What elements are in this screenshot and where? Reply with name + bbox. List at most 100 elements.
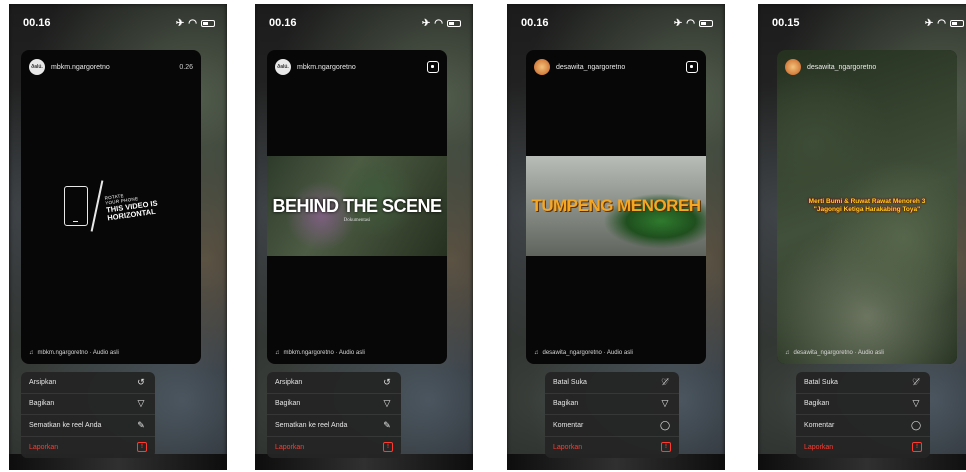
airplane-icon: ✈ xyxy=(421,17,431,29)
avatar[interactable] xyxy=(534,59,550,75)
menu-item-pin[interactable]: Sematkan ke reel Anda ✎ xyxy=(21,415,155,437)
context-menu: Batal Suka ♡̸ Bagikan ▽ Komentar ◯ Lapor… xyxy=(545,372,679,458)
menu-item-archive[interactable]: Arsipkan ↺ xyxy=(21,372,155,394)
menu-item-label: Bagikan xyxy=(275,400,301,408)
heart-slash-icon: ♡̸ xyxy=(911,376,921,387)
reel-caption: Merti Bumi & Ruwat Rawat Menoreh 3 "Jago… xyxy=(787,198,947,215)
audio-attribution[interactable]: ♫ desawita_ngargoretno · Audio asli xyxy=(534,350,698,356)
video-title: TUMPENG MENOREH xyxy=(531,196,701,215)
phone-screen-2: 00.16 ✈ ◠ ðalú. mbkm.ngargoretno BEHIND … xyxy=(255,4,473,470)
send-icon: ▽ xyxy=(383,398,391,409)
music-note-icon: ♫ xyxy=(29,350,34,356)
history-icon: ↺ xyxy=(137,376,145,387)
menu-item-report[interactable]: Laporkan ! xyxy=(545,437,679,459)
airplane-icon: ✈ xyxy=(175,17,185,29)
music-note-icon: ♫ xyxy=(275,350,280,356)
report-icon: ! xyxy=(661,442,671,453)
audio-label: desawita_ngargoretno · Audio asli xyxy=(793,350,884,356)
phone-outline-icon xyxy=(64,186,89,226)
audio-attribution[interactable]: ♫ desawita_ngargoretno · Audio asli xyxy=(785,350,949,356)
status-time: 00.16 xyxy=(269,17,297,29)
avatar[interactable]: ðalú. xyxy=(275,59,291,75)
audio-attribution[interactable]: ♫ mbkm.ngargoretno · Audio asli xyxy=(29,350,193,356)
menu-item-label: Laporkan xyxy=(804,443,834,451)
menu-item-share[interactable]: Bagikan ▽ xyxy=(545,394,679,415)
menu-item-label: Bagikan xyxy=(553,400,579,408)
report-icon: ! xyxy=(383,442,393,453)
reel-header: desawita_ngargoretno xyxy=(785,58,949,76)
wifi-icon: ◠ xyxy=(937,17,946,29)
video-title: BEHIND THE SCENE xyxy=(272,195,442,216)
username[interactable]: desawita_ngargoretno xyxy=(556,64,625,71)
reel-card[interactable]: ðalú. mbkm.ngargoretno 0.26 ROTATE YOUR … xyxy=(21,50,201,364)
airplane-icon: ✈ xyxy=(673,17,683,29)
status-icons: ✈ ◠ xyxy=(422,18,461,29)
wifi-icon: ◠ xyxy=(188,17,197,29)
reel-header: desawita_ngargoretno xyxy=(534,58,698,76)
music-note-icon: ♫ xyxy=(534,350,539,356)
pin-icon: ✎ xyxy=(137,419,145,430)
history-icon: ↺ xyxy=(383,376,391,387)
reel-counter: 0.26 xyxy=(179,63,193,71)
menu-item-share[interactable]: Bagikan ▽ xyxy=(267,394,401,415)
battery-icon xyxy=(699,19,713,27)
audio-attribution[interactable]: ♫ mbkm.ngargoretno · Audio asli xyxy=(275,350,439,356)
context-menu: Arsipkan ↺ Bagikan ▽ Sematkan ke reel An… xyxy=(267,372,401,458)
menu-item-label: Bagikan xyxy=(29,400,55,408)
audio-label: mbkm.ngargoretno · Audio asli xyxy=(37,350,119,356)
menu-item-archive[interactable]: Arsipkan ↺ xyxy=(267,372,401,394)
video-frame[interactable]: TUMPENG MENOREH xyxy=(526,156,706,256)
menu-item-label: Batal Suka xyxy=(804,378,838,386)
menu-item-label: Arsipkan xyxy=(275,378,303,386)
divider-slash xyxy=(90,180,104,232)
send-icon: ▽ xyxy=(912,398,920,409)
heart-slash-icon: ♡̸ xyxy=(660,376,670,387)
audio-label: mbkm.ngargoretno · Audio asli xyxy=(283,350,365,356)
context-menu: Arsipkan ↺ Bagikan ▽ Sematkan ke reel An… xyxy=(21,372,155,458)
rotate-text: ROTATE YOUR PHONE THIS VIDEO IS HORIZONT… xyxy=(104,189,160,223)
menu-item-label: Laporkan xyxy=(553,443,583,451)
status-icons: ✈ ◠ xyxy=(674,18,713,29)
wifi-icon: ◠ xyxy=(434,17,443,29)
context-menu: Batal Suka ♡̸ Bagikan ▽ Komentar ◯ Lapor… xyxy=(796,372,930,458)
phone-screen-4: 00.15 ✈ ◠ desawita_ngargoretno Merti Bum… xyxy=(758,4,966,470)
status-icons: ✈ ◠ xyxy=(176,18,215,29)
reel-card[interactable]: desawita_ngargoretno Merti Bumi & Ruwat … xyxy=(777,50,957,364)
caption-line-2: "Jagongi Ketiga Harakabing Toya" xyxy=(813,206,921,214)
username[interactable]: desawita_ngargoretno xyxy=(807,64,876,71)
menu-item-comment[interactable]: Komentar ◯ xyxy=(545,415,679,437)
pin-icon: ✎ xyxy=(383,419,391,430)
menu-item-share[interactable]: Bagikan ▽ xyxy=(21,394,155,415)
camera-icon[interactable] xyxy=(427,61,439,73)
video-subtitle: Dokumentasi xyxy=(343,218,371,223)
report-icon: ! xyxy=(912,442,922,453)
reel-card[interactable]: ðalú. mbkm.ngargoretno BEHIND THE SCENE … xyxy=(267,50,447,364)
comment-icon: ◯ xyxy=(659,419,671,430)
airplane-icon: ✈ xyxy=(924,17,934,29)
menu-item-report[interactable]: Laporkan ! xyxy=(21,437,155,459)
menu-item-comment[interactable]: Komentar ◯ xyxy=(796,415,930,437)
rotate-phone-graphic: ROTATE YOUR PHONE THIS VIDEO IS HORIZONT… xyxy=(21,176,201,236)
menu-item-report[interactable]: Laporkan ! xyxy=(267,437,401,459)
battery-icon xyxy=(201,19,215,27)
reel-card[interactable]: desawita_ngargoretno TUMPENG MENOREH ♫ d… xyxy=(526,50,706,364)
avatar[interactable]: ðalú. xyxy=(29,59,45,75)
menu-item-unlike[interactable]: Batal Suka ♡̸ xyxy=(545,372,679,394)
camera-icon[interactable] xyxy=(686,61,698,73)
avatar[interactable] xyxy=(785,59,801,75)
status-bar: 00.16 ✈ ◠ xyxy=(269,16,461,30)
send-icon: ▽ xyxy=(661,398,669,409)
phone-screen-3: 00.16 ✈ ◠ desawita_ngargoretno TUMPENG M… xyxy=(507,4,725,470)
video-frame[interactable]: BEHIND THE SCENE Dokumentasi xyxy=(267,156,447,256)
reel-header: ðalú. mbkm.ngargoretno xyxy=(275,58,439,76)
menu-item-label: Arsipkan xyxy=(29,378,57,386)
menu-item-pin[interactable]: Sematkan ke reel Anda ✎ xyxy=(267,415,401,437)
status-icons: ✈ ◠ xyxy=(925,18,964,29)
menu-item-share[interactable]: Bagikan ▽ xyxy=(796,394,930,415)
reel-header: ðalú. mbkm.ngargoretno 0.26 xyxy=(29,58,193,76)
username[interactable]: mbkm.ngargoretno xyxy=(297,64,356,71)
menu-item-report[interactable]: Laporkan ! xyxy=(796,437,930,459)
username[interactable]: mbkm.ngargoretno xyxy=(51,64,110,71)
menu-item-label: Laporkan xyxy=(275,443,305,451)
menu-item-unlike[interactable]: Batal Suka ♡̸ xyxy=(796,372,930,394)
